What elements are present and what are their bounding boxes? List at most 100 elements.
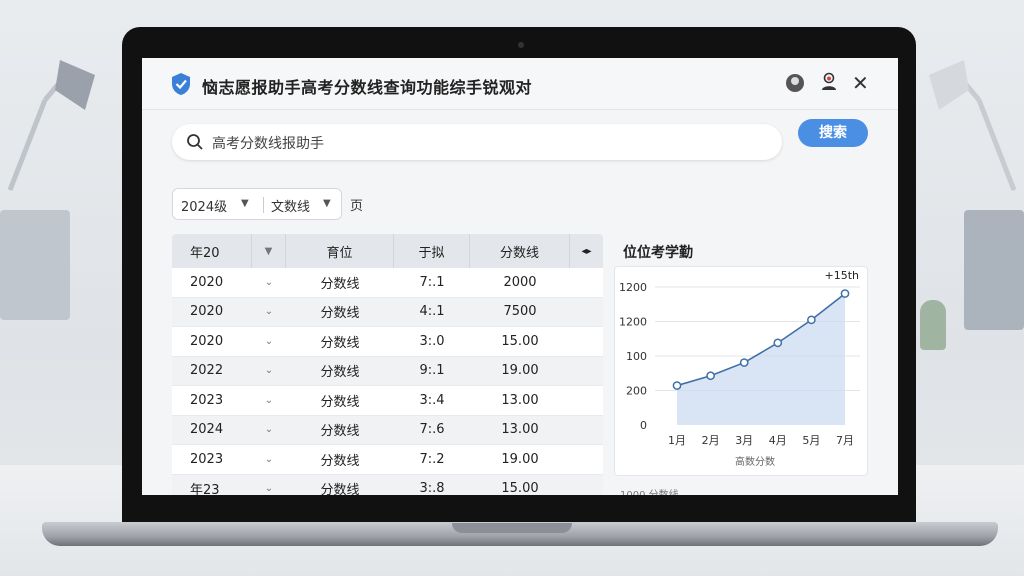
filter-divider bbox=[263, 197, 264, 213]
table-row[interactable]: 2023 ⌄ 分数线 3:.4 13.00 bbox=[172, 386, 603, 416]
cell-score: 7500 bbox=[503, 304, 537, 320]
cell-school: 分数线 bbox=[320, 335, 360, 351]
x-tick-label: 4月 bbox=[769, 434, 787, 447]
row-chevron-icon: ⌄ bbox=[264, 453, 274, 465]
filter-group: 2024级 ▼ 文数线 ▼ bbox=[172, 188, 342, 220]
y-tick-label: 1200 bbox=[619, 281, 647, 294]
cell-rank: 7:.2 bbox=[419, 451, 445, 467]
row-chevron-icon: ⌄ bbox=[264, 424, 274, 436]
column-header-rank[interactable]: 于拟 bbox=[394, 234, 470, 268]
background-monitor-right bbox=[964, 210, 1024, 330]
cell-score: 15.00 bbox=[501, 481, 539, 495]
y-tick-label: 0 bbox=[640, 419, 647, 432]
cell-school: 分数线 bbox=[320, 365, 360, 381]
cell-school: 分数线 bbox=[320, 394, 360, 410]
cell-school: 分数线 bbox=[320, 453, 360, 469]
data-point bbox=[739, 358, 749, 367]
cell-spacer bbox=[570, 357, 603, 386]
search-icon bbox=[187, 134, 203, 150]
app-title: 恼志愿报助手高考分数线查询功能综手锐观对 bbox=[202, 78, 533, 97]
cell-score: 13.00 bbox=[501, 392, 539, 408]
cell-spacer bbox=[570, 416, 603, 445]
table-row[interactable]: 2020 ⌄ 分数线 4:.1 7500 bbox=[172, 297, 603, 327]
chevron-down-icon: ▼ bbox=[323, 198, 331, 209]
search-input-value: 高考分数线报助手 bbox=[212, 136, 324, 152]
table-row[interactable]: 2022 ⌄ 分数线 9:.1 19.00 bbox=[172, 356, 603, 386]
cell-year: 2022 bbox=[190, 363, 224, 379]
cell-rank: 7:.1 bbox=[419, 274, 445, 290]
column-header-score[interactable]: 分数线 bbox=[470, 234, 570, 268]
background-monitor-left bbox=[0, 210, 70, 320]
table-row[interactable]: 2023 ⌄ 分数线 7:.2 19.00 bbox=[172, 445, 603, 475]
column-header-school[interactable]: 育位 bbox=[286, 234, 394, 268]
x-tick-label: 1月 bbox=[668, 434, 686, 447]
cell-spacer bbox=[570, 327, 603, 356]
table-row[interactable]: 2024 ⌄ 分数线 7:.6 13.00 bbox=[172, 415, 603, 445]
cell-spacer bbox=[570, 445, 603, 474]
cell-score: 2000 bbox=[503, 274, 537, 290]
close-icon[interactable]: ✕ bbox=[852, 72, 869, 94]
chart-title: 位位考学勤 bbox=[623, 245, 693, 261]
data-point bbox=[840, 289, 850, 298]
cell-score: 15.00 bbox=[501, 333, 539, 349]
chevron-down-icon: ▼ bbox=[241, 198, 249, 209]
table-header: 年20 ▼ 育位 于拟 分数线 ◂▸ bbox=[172, 234, 603, 268]
cell-year: 2020 bbox=[190, 304, 224, 320]
row-chevron-icon: ⌄ bbox=[264, 365, 274, 377]
cell-rank: 9:.1 bbox=[419, 363, 445, 379]
type-select[interactable]: 文数线 bbox=[271, 196, 310, 215]
title-bar: 恼志愿报助手高考分数线查询功能综手锐观对 ✕ bbox=[142, 58, 898, 110]
cell-year: 2020 bbox=[190, 274, 224, 290]
profile-bell-icon[interactable] bbox=[820, 72, 838, 94]
user-avatar-icon[interactable] bbox=[786, 74, 804, 92]
row-chevron-icon: ⌄ bbox=[264, 394, 274, 406]
x-tick-label: 5月 bbox=[802, 434, 820, 447]
cell-rank: 3:.8 bbox=[419, 481, 445, 495]
cell-spacer bbox=[570, 475, 603, 496]
table-row[interactable]: 年23 ⌄ 分数线 3:.8 15.00 bbox=[172, 474, 603, 496]
trend-chart: 0 200 100 1200 1200 1月 2月 3月 4月 5月 7月高数分数 +15th bbox=[619, 269, 860, 468]
cell-school: 分数线 bbox=[320, 424, 360, 440]
cell-school: 分数线 bbox=[320, 306, 360, 322]
data-point bbox=[807, 315, 816, 325]
data-point bbox=[773, 338, 783, 348]
row-chevron-icon: ⌄ bbox=[264, 335, 274, 347]
cell-score: 19.00 bbox=[501, 363, 539, 379]
chart-card: 0 200 100 1200 1200 1月 2月 3月 4月 5月 7月 高数分数 +15th bbox=[614, 266, 868, 476]
cell-year: 2024 bbox=[190, 422, 224, 438]
cell-year: 2023 bbox=[190, 392, 224, 408]
row-chevron-icon: ⌄ bbox=[264, 483, 274, 495]
data-point bbox=[672, 381, 682, 390]
sort-caret-icon[interactable]: ▼ bbox=[252, 234, 286, 268]
data-point bbox=[706, 371, 715, 381]
row-chevron-icon: ⌄ bbox=[264, 306, 274, 318]
cell-spacer bbox=[570, 268, 603, 297]
x-tick-label: 7月 bbox=[836, 434, 854, 447]
y-tick-label: 100 bbox=[626, 350, 647, 363]
laptop-notch bbox=[452, 523, 572, 533]
cell-year: 年23 bbox=[190, 483, 220, 495]
cell-score: 13.00 bbox=[501, 422, 539, 438]
cell-score: 19.00 bbox=[501, 451, 539, 467]
chart-footer-text: 1000 分数线 bbox=[620, 486, 679, 495]
x-axis-label: 高数分数 bbox=[735, 455, 775, 468]
table-row[interactable]: 2020 ⌄ 分数线 7:.1 2000 bbox=[172, 268, 603, 298]
lamp-decor-right bbox=[929, 60, 1017, 191]
row-chevron-icon: ⌄ bbox=[264, 276, 274, 288]
x-tick-label: 2月 bbox=[702, 434, 720, 447]
cell-rank: 7:.6 bbox=[419, 422, 445, 438]
filter-extra-label: 页 bbox=[350, 199, 364, 214]
table-body: 2020 ⌄ 分数线 7:.1 2000 2020 ⌄ 分数线 4:.1 7500 2020 ⌄ 分数线… bbox=[172, 268, 603, 495]
table-row[interactable]: 2020 ⌄ 分数线 3:.0 15.00 bbox=[172, 327, 603, 357]
search-input[interactable]: 高考分数线报助手 bbox=[172, 124, 782, 160]
cell-year: 2023 bbox=[190, 451, 224, 467]
y-tick-label: 1200 bbox=[619, 316, 647, 329]
x-tick-label: 3月 bbox=[735, 434, 753, 447]
search-button[interactable]: 搜索 bbox=[798, 119, 868, 147]
cell-rank: 4:.1 bbox=[419, 304, 445, 320]
column-header-year[interactable]: 年20 bbox=[172, 234, 252, 268]
more-columns-icon[interactable]: ◂▸ bbox=[570, 234, 603, 268]
cell-spacer bbox=[570, 298, 603, 327]
year-select[interactable]: 2024级 bbox=[181, 196, 227, 215]
y-tick-label: 200 bbox=[626, 385, 647, 398]
